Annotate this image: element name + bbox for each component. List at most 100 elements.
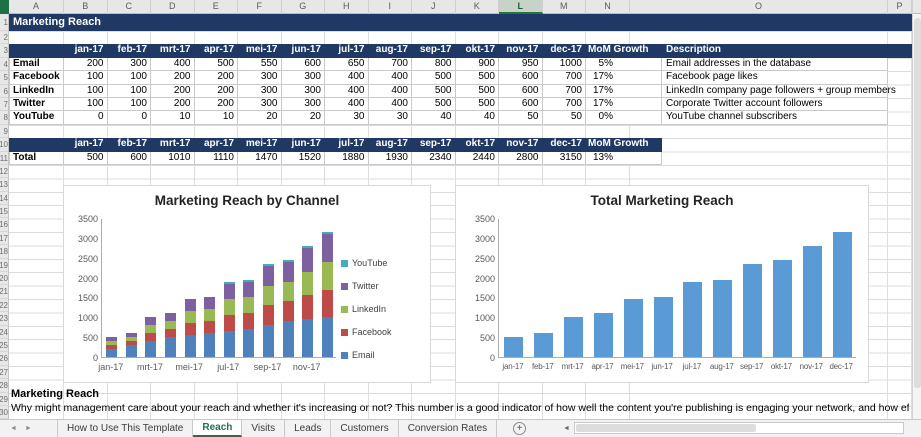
row-header-6[interactable]: 6 xyxy=(0,85,8,98)
column-header-G[interactable]: G xyxy=(282,0,325,14)
column-header-E[interactable]: E xyxy=(195,0,238,14)
scroll-left-icon[interactable]: ◄ xyxy=(563,425,570,432)
value-cell[interactable]: 300 xyxy=(281,84,325,98)
corner-cell[interactable] xyxy=(9,44,64,58)
value-cell[interactable]: 550 xyxy=(238,57,282,72)
month-header-cell[interactable]: mrt-17 xyxy=(151,138,195,152)
value-cell[interactable]: 600 xyxy=(281,57,325,72)
row-header-9[interactable]: 9 xyxy=(0,125,8,139)
row-header-24[interactable]: 24 xyxy=(0,326,8,339)
note-body-cell[interactable]: Why might management care about your rea… xyxy=(11,402,909,414)
select-all-corner[interactable] xyxy=(0,0,9,14)
description-cell[interactable]: YouTube channel subscribers xyxy=(662,111,888,125)
row-header-15[interactable]: 15 xyxy=(0,205,8,219)
column-header-K[interactable]: K xyxy=(456,0,499,14)
value-cell[interactable]: 500 xyxy=(455,71,499,85)
value-cell[interactable]: 100 xyxy=(107,71,151,85)
month-header-cell[interactable]: aug-17 xyxy=(368,44,412,58)
month-header-cell[interactable]: jul-17 xyxy=(325,44,369,58)
sheet-tab-customers[interactable]: Customers xyxy=(331,420,399,437)
value-cell[interactable]: 0 xyxy=(107,111,151,125)
row-header-29[interactable]: 29 xyxy=(0,393,8,406)
month-header-cell[interactable]: nov-17 xyxy=(499,138,543,152)
total-value-cell[interactable]: 1010 xyxy=(151,151,195,165)
value-cell[interactable]: 200 xyxy=(194,84,238,98)
sheet-tab-visits[interactable]: Visits xyxy=(242,420,286,437)
month-header-cell[interactable]: dec-17 xyxy=(542,44,586,58)
add-sheet-button[interactable]: + xyxy=(513,422,527,435)
month-header-cell[interactable]: okt-17 xyxy=(455,44,499,58)
total-value-cell[interactable]: 2440 xyxy=(455,151,499,165)
value-cell[interactable]: 200 xyxy=(64,57,108,72)
value-cell[interactable]: 30 xyxy=(325,111,369,125)
row-header-18[interactable]: 18 xyxy=(0,245,8,259)
month-header-cell[interactable]: apr-17 xyxy=(194,44,238,58)
vertical-scrollbar-thumb[interactable] xyxy=(914,18,921,388)
value-cell[interactable]: 500 xyxy=(455,84,499,98)
chart-total-marketing-reach[interactable]: Total Marketing Reach 0 500 1000 1500 2000 25… xyxy=(455,185,869,383)
horizontal-scrollbar-thumb[interactable] xyxy=(575,424,756,432)
month-header-cell[interactable]: dec-17 xyxy=(542,138,586,152)
channel-label-cell[interactable]: Facebook xyxy=(9,71,64,85)
value-cell[interactable]: 200 xyxy=(194,71,238,85)
column-header-N[interactable]: N xyxy=(586,0,630,14)
value-cell[interactable]: 100 xyxy=(64,71,108,85)
value-cell[interactable]: 500 xyxy=(455,97,499,112)
value-cell[interactable]: 400 xyxy=(368,71,412,85)
value-cell[interactable]: 10 xyxy=(194,111,238,125)
row-header-2[interactable]: 2 xyxy=(0,31,8,45)
month-header-cell[interactable]: jul-17 xyxy=(325,138,369,152)
total-value-cell[interactable]: 1110 xyxy=(194,151,238,165)
row-header-19[interactable]: 19 xyxy=(0,259,8,273)
mom-value-cell[interactable]: 0% xyxy=(586,111,662,125)
value-cell[interactable]: 300 xyxy=(238,71,282,85)
value-cell[interactable]: 40 xyxy=(412,111,456,125)
value-cell[interactable]: 650 xyxy=(325,57,369,72)
value-cell[interactable]: 600 xyxy=(499,71,543,85)
month-header-cell[interactable]: nov-17 xyxy=(499,44,543,58)
column-header-J[interactable]: J xyxy=(412,0,456,14)
total-value-cell[interactable]: 1520 xyxy=(281,151,325,165)
row-header-16[interactable]: 16 xyxy=(0,218,8,232)
value-cell[interactable]: 600 xyxy=(499,84,543,98)
column-header-M[interactable]: M xyxy=(543,0,586,14)
worksheet[interactable]: 1234567891011121314151617181920212223242… xyxy=(0,14,912,419)
horizontal-scrollbar-track[interactable] xyxy=(573,422,904,434)
value-cell[interactable]: 300 xyxy=(281,71,325,85)
row-header-17[interactable]: 17 xyxy=(0,232,8,246)
value-cell[interactable]: 100 xyxy=(107,97,151,112)
row-header-5[interactable]: 5 xyxy=(0,71,8,85)
month-header-cell[interactable]: feb-17 xyxy=(107,138,151,152)
month-header-cell[interactable]: mei-17 xyxy=(238,138,282,152)
channel-label-cell[interactable]: Twitter xyxy=(9,97,64,112)
value-cell[interactable]: 300 xyxy=(107,57,151,72)
total-value-cell[interactable]: 1930 xyxy=(368,151,412,165)
value-cell[interactable]: 1000 xyxy=(542,57,586,72)
value-cell[interactable]: 700 xyxy=(368,57,412,72)
row-header-7[interactable]: 7 xyxy=(0,98,8,112)
value-cell[interactable]: 300 xyxy=(238,84,282,98)
row-header-13[interactable]: 13 xyxy=(0,178,8,192)
column-header-L[interactable]: L xyxy=(499,0,543,14)
row-header-23[interactable]: 23 xyxy=(0,312,8,326)
value-cell[interactable]: 200 xyxy=(151,97,195,112)
row-header-14[interactable]: 14 xyxy=(0,192,8,206)
tab-scroll-left-icon[interactable]: ◄ xyxy=(10,425,17,432)
column-header-P[interactable]: P xyxy=(888,0,912,14)
channel-label-cell[interactable]: LinkedIn xyxy=(9,84,64,98)
description-cell[interactable]: LinkedIn company page followers + group … xyxy=(662,84,896,98)
month-header-cell[interactable]: sep-17 xyxy=(412,44,456,58)
row-header-28[interactable]: 28 xyxy=(0,379,8,393)
month-header-cell[interactable]: jan-17 xyxy=(64,44,108,58)
month-header-cell[interactable]: mei-17 xyxy=(238,44,282,58)
total-value-cell[interactable]: 500 xyxy=(64,151,108,165)
channel-label-cell[interactable]: Email xyxy=(9,57,64,72)
row-header-4[interactable]: 4 xyxy=(0,58,8,72)
month-header-cell[interactable]: aug-17 xyxy=(368,138,412,152)
mom-value-cell[interactable]: 5% xyxy=(586,57,662,72)
note-title-cell[interactable]: Marketing Reach xyxy=(11,388,99,400)
row-header-11[interactable]: 11 xyxy=(0,152,8,165)
total-value-cell[interactable]: 2800 xyxy=(499,151,543,165)
value-cell[interactable]: 400 xyxy=(368,84,412,98)
total-value-cell[interactable]: 3150 xyxy=(542,151,586,165)
